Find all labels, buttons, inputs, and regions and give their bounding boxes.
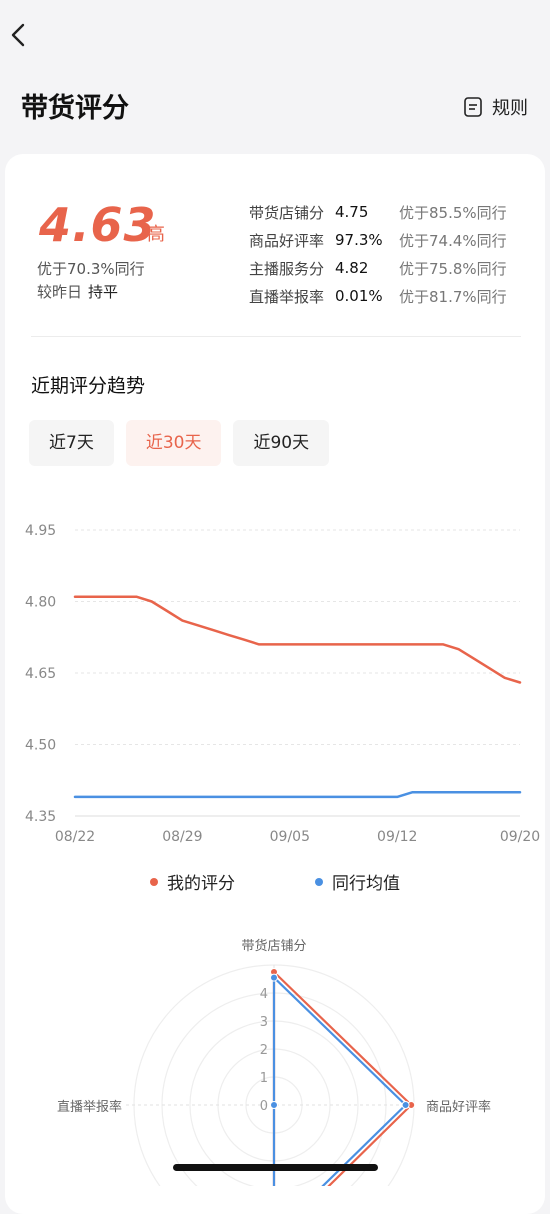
score-radar-chart: 0 1 2 3 4 带货店铺分商品好评率 直播举报率	[57, 938, 491, 1186]
radar-point	[270, 973, 278, 982]
radar-tick-label: 3	[260, 1015, 268, 1030]
chevron-left-icon[interactable]	[6, 20, 32, 50]
rules-label: 规则	[492, 98, 528, 119]
top-nav	[0, 0, 550, 80]
radar-axis-label: 商品好评率	[426, 1099, 491, 1115]
document-icon	[464, 97, 482, 117]
radar-tick-label: 2	[260, 1043, 268, 1058]
radar-tick-label: 1	[260, 1071, 268, 1086]
home-indicator	[173, 1164, 378, 1171]
rules-button[interactable]: 规则	[464, 94, 528, 120]
radar-axis-label: 直播举报率	[57, 1099, 122, 1115]
score-card: 4.63 高 优于70.3%同行 较昨日 持平 带货店铺分 4.75 优于85.5…	[5, 154, 545, 1214]
page-title: 带货评分	[21, 93, 129, 124]
radar-point	[270, 1101, 278, 1109]
radar-axis-label: 带货店铺分	[241, 938, 306, 954]
radar-tick-label: 0	[260, 1099, 268, 1114]
radar-tick-label: 4	[260, 987, 268, 1002]
radar-point	[401, 1101, 410, 1109]
